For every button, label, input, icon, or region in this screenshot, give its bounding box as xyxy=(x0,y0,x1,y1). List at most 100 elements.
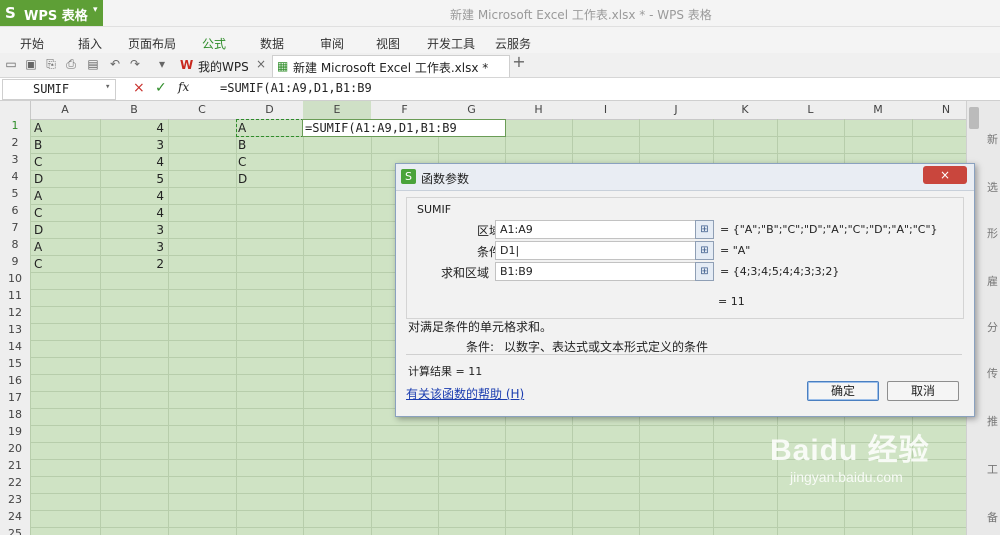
name-box[interactable]: SUMIF ▾ xyxy=(2,79,116,100)
row-header[interactable]: 22 xyxy=(0,476,30,494)
column-header[interactable]: F xyxy=(371,103,438,116)
cell-d2[interactable]: B xyxy=(238,137,246,154)
row-header[interactable]: 1 xyxy=(0,119,30,137)
preview-icon[interactable]: ▤ xyxy=(86,57,100,71)
undo-icon[interactable]: ↶ xyxy=(108,57,122,71)
sidebar-item-shape[interactable]: 形 xyxy=(987,225,998,241)
row-header[interactable]: 7 xyxy=(0,221,30,239)
column-header[interactable]: L xyxy=(777,103,844,116)
cell-b9[interactable]: 2 xyxy=(150,256,164,273)
confirm-icon[interactable]: ✓ xyxy=(155,80,167,96)
cancel-icon[interactable]: × xyxy=(133,80,145,96)
row-header[interactable]: 16 xyxy=(0,374,30,392)
row-header[interactable]: 13 xyxy=(0,323,30,341)
chevron-down-icon[interactable]: ▾ xyxy=(105,82,110,92)
fx-icon[interactable]: fx xyxy=(178,80,189,94)
row-header[interactable]: 10 xyxy=(0,272,30,290)
row-header[interactable]: 19 xyxy=(0,425,30,443)
cancel-button[interactable]: 取消 xyxy=(887,381,959,401)
column-header[interactable]: M xyxy=(844,103,912,116)
open-icon[interactable]: ▭ xyxy=(4,57,18,71)
formula-input[interactable]: =SUMIF(A1:A9,D1,B1:B9 xyxy=(220,81,372,95)
column-header[interactable]: C xyxy=(168,103,236,116)
save-icon[interactable]: ▣ xyxy=(24,57,38,71)
range-picker-icon[interactable]: ⊞ xyxy=(695,241,714,260)
toolbar-dropdown-icon[interactable]: ▾ xyxy=(155,57,169,71)
app-menu-button[interactable]: S WPS 表格 ▾ xyxy=(0,0,103,26)
column-header[interactable]: D xyxy=(236,103,303,116)
cell-a4[interactable]: D xyxy=(34,171,43,188)
row-header[interactable]: 4 xyxy=(0,170,30,188)
tab-document[interactable]: ▦ 新建 Microsoft Excel 工作表.xlsx * xyxy=(272,55,510,77)
cell-b8[interactable]: 3 xyxy=(150,239,164,256)
active-cell-e1[interactable]: =SUMIF(A1:A9,D1,B1:B9 xyxy=(302,119,506,137)
menu-item-insert[interactable]: 插入 xyxy=(78,35,102,52)
menu-item-page-layout[interactable]: 页面布局 xyxy=(128,35,176,52)
sidebar-item-recommend[interactable]: 推 xyxy=(987,413,998,429)
menu-item-cloud[interactable]: 云服务 xyxy=(495,35,531,52)
row-header[interactable]: 20 xyxy=(0,442,30,460)
tab-my-wps[interactable]: W 我的WPS × xyxy=(178,55,270,76)
cell-a7[interactable]: D xyxy=(34,222,43,239)
sidebar-handle[interactable] xyxy=(969,107,979,129)
menu-item-data[interactable]: 数据 xyxy=(260,35,284,52)
row-header[interactable]: 9 xyxy=(0,255,30,273)
cell-a5[interactable]: A xyxy=(34,188,42,205)
row-header[interactable]: 12 xyxy=(0,306,30,324)
cell-a1[interactable]: A xyxy=(34,120,42,137)
column-header[interactable]: G xyxy=(438,103,505,116)
cell-d3[interactable]: C xyxy=(238,154,246,171)
menu-item-developer[interactable]: 开发工具 xyxy=(427,35,475,52)
row-header[interactable]: 17 xyxy=(0,391,30,409)
cell-d1[interactable]: A xyxy=(238,120,246,137)
redo-icon[interactable]: ↷ xyxy=(128,57,142,71)
column-header[interactable]: H xyxy=(505,103,572,116)
cell-a3[interactable]: C xyxy=(34,154,42,171)
column-header-selected[interactable]: E xyxy=(303,101,371,120)
row-header[interactable]: 18 xyxy=(0,408,30,426)
export-icon[interactable]: ⎘ xyxy=(44,57,58,71)
cell-b1[interactable]: 4 xyxy=(150,120,164,137)
close-icon[interactable]: × xyxy=(256,57,266,71)
sidebar-item-backup[interactable]: 备 xyxy=(987,509,998,525)
menu-item-review[interactable]: 审阅 xyxy=(320,35,344,52)
row-header[interactable]: 23 xyxy=(0,493,30,511)
ok-button[interactable]: 确定 xyxy=(807,381,879,401)
cell-b3[interactable]: 4 xyxy=(150,154,164,171)
dialog-title-bar[interactable]: S 函数参数 × xyxy=(396,164,974,191)
sidebar-item-new[interactable]: 新 xyxy=(987,131,998,147)
cell-a8[interactable]: A xyxy=(34,239,42,256)
column-header[interactable]: J xyxy=(639,103,713,116)
sidebar-item-tools[interactable]: 工 xyxy=(987,461,998,477)
row-header[interactable]: 15 xyxy=(0,357,30,375)
function-help-link[interactable]: 有关该函数的帮助 (H) xyxy=(406,385,524,402)
arg-input-criteria[interactable]: D1| xyxy=(495,241,696,260)
dialog-close-button[interactable]: × xyxy=(923,166,967,184)
cell-a2[interactable]: B xyxy=(34,137,42,154)
range-picker-icon[interactable]: ⊞ xyxy=(695,220,714,239)
row-header[interactable]: 14 xyxy=(0,340,30,358)
new-tab-icon[interactable]: + xyxy=(512,54,526,70)
row-header[interactable]: 3 xyxy=(0,153,30,171)
menu-item-formulas[interactable]: 公式 xyxy=(202,35,226,52)
row-header[interactable]: 2 xyxy=(0,136,30,154)
cell-a9[interactable]: C xyxy=(34,256,42,273)
cell-b2[interactable]: 3 xyxy=(150,137,164,154)
sidebar-item-transfer[interactable]: 传 xyxy=(987,365,998,381)
sidebar-item-share[interactable]: 分 xyxy=(987,319,998,335)
cell-a6[interactable]: C xyxy=(34,205,42,222)
row-header[interactable]: 8 xyxy=(0,238,30,256)
row-header[interactable]: 11 xyxy=(0,289,30,307)
cell-b6[interactable]: 4 xyxy=(150,205,164,222)
column-header[interactable]: A xyxy=(30,103,100,116)
row-header[interactable]: 21 xyxy=(0,459,30,477)
range-picker-icon[interactable]: ⊞ xyxy=(695,262,714,281)
row-header[interactable]: 6 xyxy=(0,204,30,222)
row-header[interactable]: 24 xyxy=(0,510,30,528)
menu-item-view[interactable]: 视图 xyxy=(376,35,400,52)
arg-input-sum-range[interactable]: B1:B9 xyxy=(495,262,696,281)
sidebar-item-property[interactable]: 雇 xyxy=(987,273,998,289)
column-header[interactable]: B xyxy=(100,103,168,116)
select-all-corner[interactable] xyxy=(0,101,31,119)
row-header[interactable]: 5 xyxy=(0,187,30,205)
